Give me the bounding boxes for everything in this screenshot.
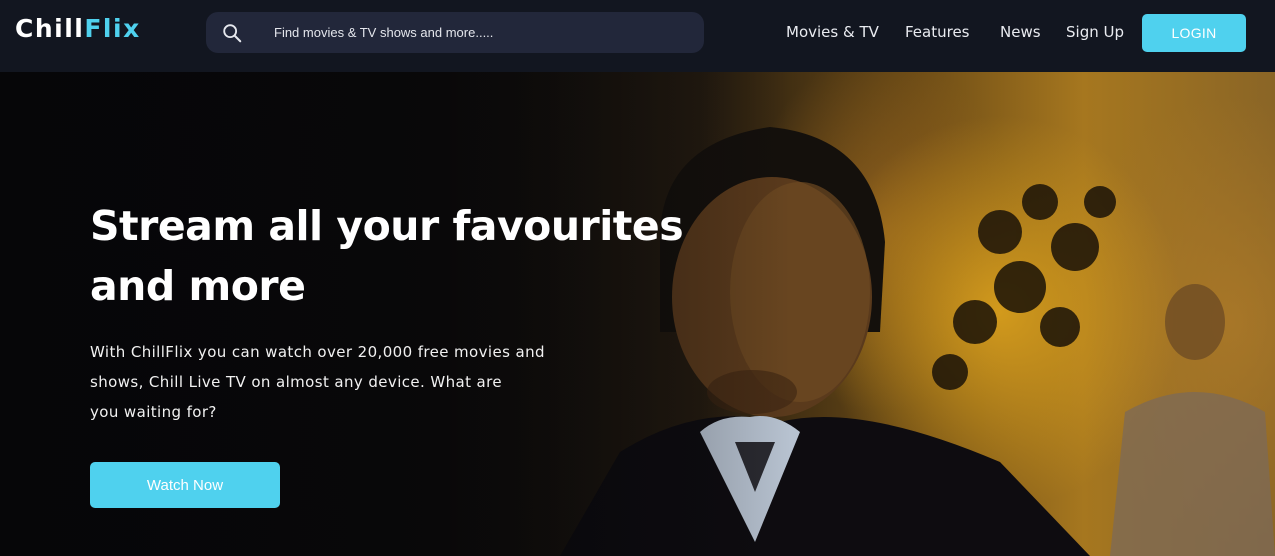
nav-link-news[interactable]: News	[1000, 22, 1041, 42]
search-icon[interactable]	[221, 22, 243, 44]
search-input[interactable]	[274, 12, 684, 53]
search-bar	[206, 12, 704, 53]
watch-now-button[interactable]: Watch Now	[90, 462, 280, 508]
nav-link-movies-tv[interactable]: Movies & TV	[786, 22, 879, 42]
nav-link-features[interactable]: Features	[905, 22, 970, 42]
top-navbar: ChillFlix Movies & TV Features News Sign…	[0, 0, 1275, 72]
hero-description-line-3: you waiting for?	[90, 403, 217, 421]
hero-description-line-2: shows, Chill Live TV on almost any devic…	[90, 373, 503, 391]
hero-description-line-1: With ChillFlix you can watch over 20,000…	[90, 343, 545, 361]
logo-text-chill: Chill	[15, 14, 85, 43]
login-button[interactable]: LOGIN	[1142, 14, 1246, 52]
hero-title-line-2: and more	[90, 262, 306, 310]
hero-title: Stream all your favourites and more	[90, 196, 730, 316]
hero-description: With ChillFlix you can watch over 20,000…	[90, 337, 610, 427]
chillflix-logo[interactable]: ChillFlix	[15, 14, 141, 44]
logo-text-flix: Flix	[84, 14, 141, 43]
hero-title-line-1: Stream all your favourites	[90, 202, 684, 250]
hero-section: Stream all your favourites and more With…	[0, 72, 1275, 556]
nav-link-sign-up[interactable]: Sign Up	[1066, 22, 1124, 42]
